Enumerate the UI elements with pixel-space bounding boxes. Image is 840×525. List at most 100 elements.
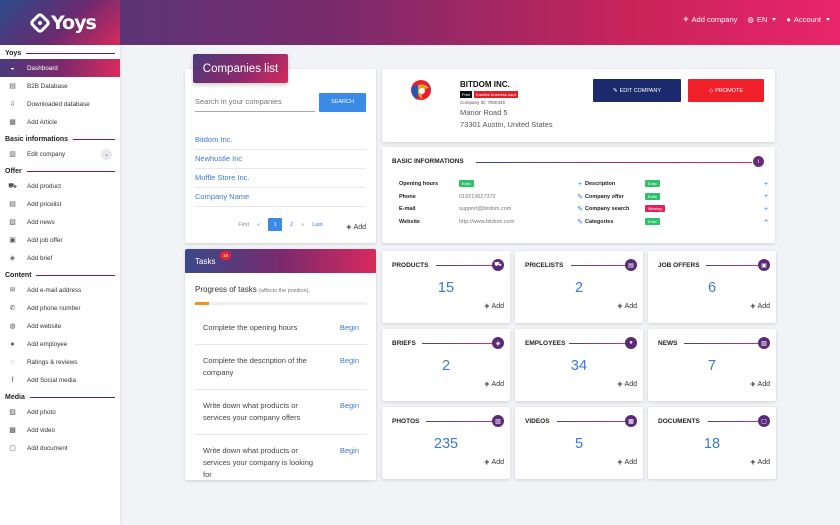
info-icon[interactable]: i: [753, 156, 764, 167]
sidebar-item-add-document[interactable]: ▢ Add document: [0, 439, 120, 457]
edit-company-button[interactable]: ✎ EDIT COMPANY: [593, 79, 681, 102]
stat-value: 7: [707, 358, 717, 374]
pencil-icon[interactable]: ✎: [575, 205, 585, 213]
chevron-down-icon[interactable]: ⌄: [101, 148, 112, 160]
sidebar-item-add-social-media[interactable]: f Add Social media: [0, 371, 120, 389]
promote-button[interactable]: ◇ PROMOTE: [688, 79, 764, 102]
stat-card-job-offers: JOB OFFERS ▣ 6 + Add: [648, 251, 776, 323]
sidebar-item-add-phone-number[interactable]: ✆ Add phone number: [0, 299, 120, 317]
task-begin-link[interactable]: Begin: [340, 445, 359, 457]
add-company-link[interactable]: + Add company: [683, 14, 737, 25]
sidebar-item-downloaded-database[interactable]: ⇩ Downloaded database: [0, 95, 120, 113]
info-field-phone: Phone 019213627372 ✎: [399, 193, 585, 201]
stat-card-photos: PHOTOS ▨ 235 + Add: [382, 407, 510, 479]
companies-list-title: Companies list: [193, 54, 288, 83]
pager-next[interactable]: »: [301, 222, 304, 228]
pager-prev[interactable]: «: [257, 222, 260, 228]
status-badge: Exist: [645, 192, 660, 200]
stat-add-button[interactable]: + Add: [484, 380, 504, 389]
sidebar-item-add-article[interactable]: ▦ Add Article: [0, 113, 120, 131]
stat-add-button[interactable]: + Add: [617, 302, 637, 311]
stat-title: PRICELISTS: [525, 262, 564, 269]
add-icon[interactable]: +: [761, 193, 771, 200]
sidebar-item-add-brief[interactable]: ◈ Add brief: [0, 249, 120, 267]
company-logo-icon: [411, 80, 431, 100]
task-text: Complete the description of the company: [203, 356, 307, 377]
info-label: Categories: [585, 218, 614, 225]
sidebar-item-add-video[interactable]: ▩ Add video: [0, 421, 120, 439]
top-bar: Yoys + Add company ◍ EN ● Account: [0, 0, 840, 45]
pager-last[interactable]: Last: [312, 222, 322, 228]
pencil-icon: ✎: [613, 87, 618, 94]
task-begin-link[interactable]: Begin: [340, 322, 359, 334]
stat-add-button[interactable]: + Add: [617, 457, 637, 467]
sidebar-item-add-job-offer[interactable]: ▣ Add job offer: [0, 231, 120, 249]
stat-add-button[interactable]: + Add: [750, 458, 770, 467]
companies-list-card: Companies list SEARCH Bitdom Inc.Newhust…: [185, 54, 376, 243]
pager-page-2[interactable]: 2: [290, 222, 293, 228]
company-list-item[interactable]: Muffle Store Inc.: [195, 169, 366, 188]
sidebar-item-add-employee[interactable]: ● Add employee: [0, 335, 120, 353]
sidebar-item-add-e-mail-address[interactable]: ✉ Add e-mail address: [0, 281, 120, 299]
stat-value: 5: [574, 436, 584, 452]
plus-icon: +: [484, 301, 490, 311]
account-dropdown[interactable]: ● Account: [786, 15, 830, 24]
add-icon[interactable]: +: [761, 206, 771, 213]
inactive-badge: Inactive business card: [474, 91, 518, 98]
tasks-title: Tasks: [195, 256, 216, 266]
user-icon: ●: [625, 337, 637, 349]
sidebar-item-b2b-database[interactable]: ▤ B2B Database: [0, 77, 120, 95]
basic-info-title: BASIC INFORMATIONS: [392, 158, 464, 165]
stat-value: 235: [433, 436, 459, 452]
company-list-item[interactable]: Newhustle Inc: [195, 150, 366, 169]
caret-down-icon: [826, 18, 830, 21]
language-dropdown[interactable]: ◍ EN: [747, 15, 777, 24]
info-row: Phone 019213627372 ✎ Company offer Exist +: [399, 191, 771, 204]
search-button[interactable]: SEARCH: [319, 92, 366, 112]
sidebar-item-label: Dashboard: [27, 64, 58, 72]
task-begin-link[interactable]: Begin: [340, 400, 359, 412]
stat-add-button[interactable]: + Add: [750, 380, 770, 389]
video-icon: ▩: [9, 427, 16, 434]
stat-add-button[interactable]: + Add: [617, 380, 637, 389]
article-icon: ▦: [9, 119, 16, 126]
info-label: Company offer: [585, 193, 624, 200]
sidebar-item-ratings-reviews[interactable]: ◌ Ratings & reviews: [0, 353, 120, 371]
pencil-icon[interactable]: ✎: [575, 218, 585, 226]
stat-add-button[interactable]: + Add: [484, 458, 504, 467]
sidebar-item-add-product[interactable]: ⛟ Add product: [0, 177, 120, 195]
sidebar-item-dashboard[interactable]: ◒ Dashboard: [0, 59, 120, 77]
sidebar-item-edit-company[interactable]: ▥ Edit company ⌄: [0, 145, 120, 163]
pager-page-1[interactable]: 1: [268, 218, 283, 231]
sidebar-item-add-website[interactable]: ◍ Add website: [0, 317, 120, 335]
task-row: Write down what products or services you…: [195, 390, 367, 435]
stat-add-button[interactable]: + Add: [484, 301, 504, 311]
tasks-count-badge: 16: [220, 251, 231, 260]
sidebar-item-add-photo[interactable]: ▨ Add photo: [0, 403, 120, 421]
add-icon[interactable]: +: [761, 181, 771, 188]
stat-value: 6: [707, 280, 717, 296]
brief-icon: ◈: [492, 337, 504, 349]
sidebar-item-label: Add brief: [27, 254, 53, 262]
task-begin-link[interactable]: Begin: [340, 355, 359, 367]
add-icon[interactable]: +: [761, 218, 771, 225]
brand-logo[interactable]: Yoys: [0, 0, 120, 45]
pager-first[interactable]: First: [238, 222, 249, 228]
stat-value: 34: [570, 358, 588, 374]
stat-title: JOB OFFERS: [658, 262, 700, 269]
section-divider: [684, 343, 758, 344]
sidebar-item-label: Add phone number: [27, 304, 81, 312]
add-company-button[interactable]: + Add: [346, 223, 366, 232]
pencil-icon[interactable]: ✎: [575, 193, 585, 201]
company-search-input[interactable]: [195, 92, 315, 112]
stat-add-button[interactable]: + Add: [750, 302, 770, 311]
plus-icon: +: [683, 14, 689, 24]
document-icon: ▢: [758, 415, 770, 427]
company-list-item[interactable]: Company Name: [195, 188, 366, 207]
sidebar-item-add-pricelist[interactable]: ▤ Add pricelist: [0, 195, 120, 213]
company-list-item[interactable]: Bitdom Inc.: [195, 131, 366, 150]
sidebar-item-add-news[interactable]: ▧ Add news: [0, 213, 120, 231]
add-icon[interactable]: +: [575, 181, 585, 188]
user-icon: ●: [786, 15, 791, 24]
plus-icon: +: [617, 457, 623, 467]
